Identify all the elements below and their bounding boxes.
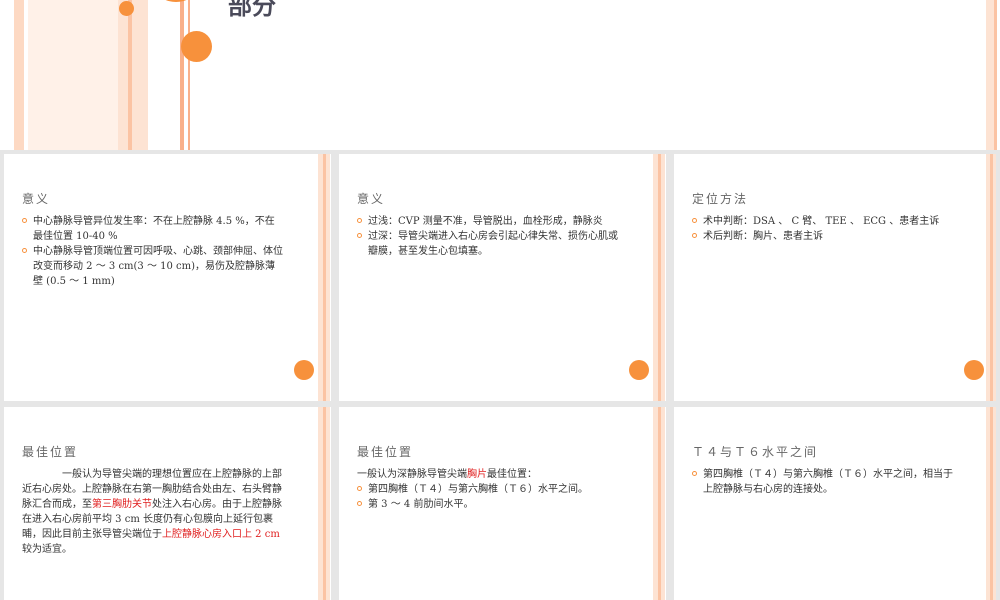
text-run: 一般认为深静脉导管尖端 (357, 469, 467, 480)
bullet-item: 过浅：CVP 测量不准，导管脱出，血栓形成，静脉炎 (357, 214, 619, 229)
slide-card[interactable]: 意义 中心静脉导管异位发生率：不在上腔静脉 4.5 %，不在最佳位置 10-40… (4, 154, 331, 401)
highlight-text: 胸片 (467, 469, 487, 480)
slide-card[interactable]: Ｔ４与Ｔ６水平之间 第四胸椎（Ｔ４）与第六胸椎（Ｔ６）水平之间，相当于上腔静脉与… (674, 407, 996, 600)
top-slide[interactable]: 部分 (0, 0, 1000, 150)
slide-body: 一般认为导管尖端的理想位置应在上腔静脉的上部近右心房处。上腔静脉在右第一胸肋结合… (22, 467, 284, 557)
bullet-item: 第四胸椎（Ｔ４）与第六胸椎（Ｔ６）水平之间，相当于上腔静脉与右心房的连接处。 (692, 467, 954, 497)
stripe (990, 154, 993, 401)
stripe (180, 0, 184, 150)
highlight-text: 第三胸肋关节 (92, 499, 152, 510)
slide-card[interactable]: 最佳位置 一般认为深静脉导管尖端胸片最佳位置： 第四胸椎（Ｔ４）与第六胸椎（Ｔ６… (339, 407, 666, 600)
stripe (323, 154, 326, 401)
stripe (658, 407, 661, 600)
text-run: 最佳位置： (487, 469, 537, 480)
stripe (658, 154, 661, 401)
decor-circle (964, 360, 984, 380)
text-run: 较为适宜。 (22, 544, 72, 555)
decor-circle (181, 31, 212, 62)
stripe (188, 0, 190, 150)
bullet-item: 中心静脉导管顶端位置可因呼吸、心跳、颈部伸屈、体位改变而移动 2 ～ 3 cm(… (22, 244, 284, 289)
slide-card[interactable]: 定位方法 术中判断：DSA 、 C 臂、 TEE 、 ECG 、患者主诉 术后判… (674, 154, 996, 401)
slide-card[interactable]: 最佳位置 一般认为导管尖端的理想位置应在上腔静脉的上部近右心房处。上腔静脉在右第… (4, 407, 331, 600)
slide-heading: 最佳位置 (22, 445, 79, 459)
slide-heading: 定位方法 (692, 192, 749, 206)
stripe (323, 407, 326, 600)
stripe (14, 0, 24, 150)
stripe (990, 407, 993, 600)
bullet-item: 过深：导管尖端进入右心房会引起心律失常、损伤心肌或瓣膜，甚至发生心包填塞。 (357, 229, 619, 259)
slide-heading: 意义 (22, 192, 51, 206)
slide-heading: 意义 (357, 192, 386, 206)
highlight-text: 上腔静脉心房入口上 2 cm (162, 529, 280, 540)
slide-title: 部分 (228, 0, 276, 20)
bullet-item: 第 3 ～ 4 前肋间水平。 (357, 497, 619, 512)
bullet-item: 第四胸椎（Ｔ４）与第六胸椎（Ｔ６）水平之间。 (357, 482, 619, 497)
intro-line: 一般认为深静脉导管尖端胸片最佳位置： (357, 467, 619, 482)
slide-body: 中心静脉导管异位发生率：不在上腔静脉 4.5 %，不在最佳位置 10-40 % … (22, 214, 284, 289)
slide-body: 术中判断：DSA 、 C 臂、 TEE 、 ECG 、患者主诉 术后判断：胸片、… (692, 214, 954, 244)
decor-circle (294, 360, 314, 380)
decor-circle (119, 1, 134, 16)
slide-body: 过浅：CVP 测量不准，导管脱出，血栓形成，静脉炎 过深：导管尖端进入右心房会引… (357, 214, 619, 259)
decor-circle (629, 360, 649, 380)
stripe (994, 0, 997, 150)
paragraph: 一般认为导管尖端的理想位置应在上腔静脉的上部近右心房处。上腔静脉在右第一胸肋结合… (22, 467, 284, 557)
stripe (28, 0, 118, 150)
bullet-item: 中心静脉导管异位发生率：不在上腔静脉 4.5 %，不在最佳位置 10-40 % (22, 214, 284, 244)
bullet-item: 术后判断：胸片、患者主诉 (692, 229, 954, 244)
slide-heading: 最佳位置 (357, 445, 414, 459)
slide-body: 一般认为深静脉导管尖端胸片最佳位置： 第四胸椎（Ｔ４）与第六胸椎（Ｔ６）水平之间… (357, 467, 619, 512)
slide-body: 第四胸椎（Ｔ４）与第六胸椎（Ｔ６）水平之间，相当于上腔静脉与右心房的连接处。 (692, 467, 954, 497)
stripe (118, 0, 148, 150)
slide-heading: Ｔ４与Ｔ６水平之间 (692, 445, 819, 459)
stripe (128, 0, 132, 150)
bullet-item: 术中判断：DSA 、 C 臂、 TEE 、 ECG 、患者主诉 (692, 214, 954, 229)
slide-card[interactable]: 意义 过浅：CVP 测量不准，导管脱出，血栓形成，静脉炎 过深：导管尖端进入右心… (339, 154, 666, 401)
